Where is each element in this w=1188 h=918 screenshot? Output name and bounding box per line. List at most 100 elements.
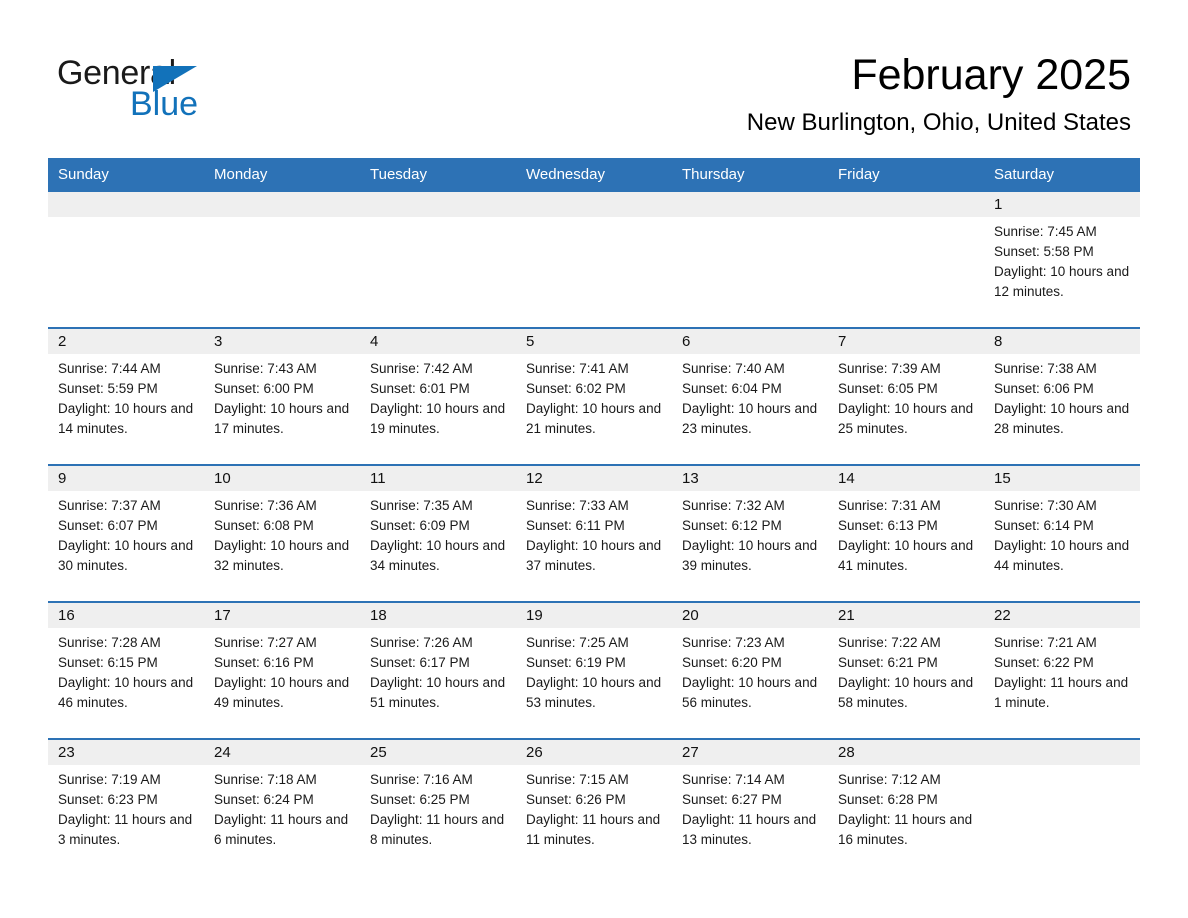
- sunset-text: Sunset: 6:06 PM: [994, 381, 1094, 396]
- calendar-day-cell[interactable]: [204, 192, 360, 328]
- day-cell-inner: 2 Sunrise: 7:44 AM Sunset: 5:59 PM Daylight…: [48, 329, 204, 464]
- day-number: [48, 192, 204, 217]
- day-details: Sunrise: 7:39 AM Sunset: 6:05 PM Daylight:…: [828, 354, 984, 439]
- day-details: Sunrise: 7:38 AM Sunset: 6:06 PM Daylight:…: [984, 354, 1140, 439]
- sunset-text: Sunset: 6:15 PM: [58, 655, 158, 670]
- daylight-text: Daylight: 11 hours and 8 minutes.: [370, 812, 505, 847]
- sunrise-text: Sunrise: 7:23 AM: [682, 635, 785, 650]
- day-number: 3: [204, 329, 360, 354]
- day-number: 22: [984, 603, 1140, 628]
- calendar-day-cell[interactable]: [48, 192, 204, 328]
- day-cell-inner: 22 Sunrise: 7:21 AM Sunset: 6:22 PM Dayligh…: [984, 603, 1140, 738]
- sunset-text: Sunset: 6:28 PM: [838, 792, 938, 807]
- sunset-text: Sunset: 6:12 PM: [682, 518, 782, 533]
- sunset-text: Sunset: 6:11 PM: [526, 518, 625, 533]
- sunrise-text: Sunrise: 7:19 AM: [58, 772, 161, 787]
- calendar-day-cell[interactable]: 7 Sunrise: 7:39 AM Sunset: 6:05 PM Daylight…: [828, 327, 984, 465]
- calendar-day-cell[interactable]: 8 Sunrise: 7:38 AM Sunset: 6:06 PM Daylight…: [984, 327, 1140, 465]
- day-number: 11: [360, 466, 516, 491]
- day-details: Sunrise: 7:35 AM Sunset: 6:09 PM Daylight:…: [360, 491, 516, 576]
- daylight-text: Daylight: 10 hours and 58 minutes.: [838, 675, 974, 710]
- day-cell-inner: 4 Sunrise: 7:42 AM Sunset: 6:01 PM Daylight…: [360, 329, 516, 464]
- calendar-day-cell[interactable]: 9 Sunrise: 7:37 AM Sunset: 6:07 PM Daylight…: [48, 464, 204, 602]
- calendar-day-cell[interactable]: 19 Sunrise: 7:25 AM Sunset: 6:19 PM Dayligh…: [516, 601, 672, 739]
- calendar-table: Sunday Monday Tuesday Wednesday Thursday…: [48, 158, 1140, 875]
- sunset-text: Sunset: 6:20 PM: [682, 655, 782, 670]
- daylight-text: Daylight: 11 hours and 3 minutes.: [58, 812, 193, 847]
- day-details: Sunrise: 7:16 AM Sunset: 6:25 PM Daylight:…: [360, 765, 516, 850]
- sunset-text: Sunset: 6:08 PM: [214, 518, 314, 533]
- weekday-header-saturday: Saturday: [984, 158, 1140, 192]
- day-details: Sunrise: 7:28 AM Sunset: 6:15 PM Daylight:…: [48, 628, 204, 713]
- calendar-day-cell[interactable]: 26 Sunrise: 7:15 AM Sunset: 6:26 PM Dayligh…: [516, 738, 672, 875]
- calendar-day-cell[interactable]: 3 Sunrise: 7:43 AM Sunset: 6:00 PM Daylight…: [204, 327, 360, 465]
- sunrise-text: Sunrise: 7:32 AM: [682, 498, 785, 513]
- day-details: Sunrise: 7:19 AM Sunset: 6:23 PM Daylight:…: [48, 765, 204, 850]
- day-number: 26: [516, 740, 672, 765]
- calendar-day-cell[interactable]: 28 Sunrise: 7:12 AM Sunset: 6:28 PM Dayligh…: [828, 738, 984, 875]
- daylight-text: Daylight: 10 hours and 46 minutes.: [58, 675, 194, 710]
- sunrise-text: Sunrise: 7:27 AM: [214, 635, 317, 650]
- day-number: 8: [984, 329, 1140, 354]
- day-number: 15: [984, 466, 1140, 491]
- daylight-text: Daylight: 10 hours and 17 minutes.: [214, 401, 350, 436]
- calendar-day-cell[interactable]: 14 Sunrise: 7:31 AM Sunset: 6:13 PM Dayligh…: [828, 464, 984, 602]
- day-cell-inner: 27 Sunrise: 7:14 AM Sunset: 6:27 PM Dayligh…: [672, 740, 828, 875]
- page-header: General Blue February 2025 New Burlingto…: [0, 0, 1188, 158]
- weekday-header-monday: Monday: [204, 158, 360, 192]
- daylight-text: Daylight: 10 hours and 25 minutes.: [838, 401, 974, 436]
- calendar-day-cell[interactable]: 11 Sunrise: 7:35 AM Sunset: 6:09 PM Dayligh…: [360, 464, 516, 602]
- calendar-day-cell[interactable]: 21 Sunrise: 7:22 AM Sunset: 6:21 PM Dayligh…: [828, 601, 984, 739]
- day-cell-inner: 17 Sunrise: 7:27 AM Sunset: 6:16 PM Dayligh…: [204, 603, 360, 738]
- day-cell-inner: 9 Sunrise: 7:37 AM Sunset: 6:07 PM Daylight…: [48, 466, 204, 601]
- day-cell-inner: [828, 192, 984, 327]
- weekday-header-sunday: Sunday: [48, 158, 204, 192]
- calendar-day-cell[interactable]: [516, 192, 672, 328]
- calendar-day-cell[interactable]: 10 Sunrise: 7:36 AM Sunset: 6:08 PM Dayligh…: [204, 464, 360, 602]
- day-details: Sunrise: 7:41 AM Sunset: 6:02 PM Daylight:…: [516, 354, 672, 439]
- day-details: Sunrise: 7:25 AM Sunset: 6:19 PM Daylight:…: [516, 628, 672, 713]
- daylight-text: Daylight: 11 hours and 1 minute.: [994, 675, 1129, 710]
- sunrise-text: Sunrise: 7:12 AM: [838, 772, 941, 787]
- day-cell-inner: 24 Sunrise: 7:18 AM Sunset: 6:24 PM Dayligh…: [204, 740, 360, 875]
- daylight-text: Daylight: 11 hours and 6 minutes.: [214, 812, 349, 847]
- calendar-day-cell[interactable]: 17 Sunrise: 7:27 AM Sunset: 6:16 PM Dayligh…: [204, 601, 360, 739]
- daylight-text: Daylight: 10 hours and 44 minutes.: [994, 538, 1130, 573]
- calendar-day-cell[interactable]: 15 Sunrise: 7:30 AM Sunset: 6:14 PM Dayligh…: [984, 464, 1140, 602]
- calendar-day-cell[interactable]: [360, 192, 516, 328]
- calendar-day-cell[interactable]: 6 Sunrise: 7:40 AM Sunset: 6:04 PM Daylight…: [672, 327, 828, 465]
- calendar-day-cell[interactable]: [828, 192, 984, 328]
- calendar-day-cell[interactable]: [672, 192, 828, 328]
- day-details: Sunrise: 7:31 AM Sunset: 6:13 PM Daylight:…: [828, 491, 984, 576]
- day-number: [516, 192, 672, 217]
- calendar-day-cell[interactable]: 23 Sunrise: 7:19 AM Sunset: 6:23 PM Dayligh…: [48, 738, 204, 875]
- sunset-text: Sunset: 6:19 PM: [526, 655, 626, 670]
- calendar-day-cell[interactable]: 18 Sunrise: 7:26 AM Sunset: 6:17 PM Dayligh…: [360, 601, 516, 739]
- calendar-day-cell[interactable]: [984, 738, 1140, 875]
- weekday-header-friday: Friday: [828, 158, 984, 192]
- calendar-day-cell[interactable]: 12 Sunrise: 7:33 AM Sunset: 6:11 PM Dayligh…: [516, 464, 672, 602]
- calendar-day-cell[interactable]: 20 Sunrise: 7:23 AM Sunset: 6:20 PM Dayligh…: [672, 601, 828, 739]
- daylight-text: Daylight: 10 hours and 51 minutes.: [370, 675, 506, 710]
- calendar-day-cell[interactable]: 16 Sunrise: 7:28 AM Sunset: 6:15 PM Dayligh…: [48, 601, 204, 739]
- daylight-text: Daylight: 10 hours and 34 minutes.: [370, 538, 506, 573]
- day-number: 13: [672, 466, 828, 491]
- calendar-day-cell[interactable]: 24 Sunrise: 7:18 AM Sunset: 6:24 PM Dayligh…: [204, 738, 360, 875]
- calendar-day-cell[interactable]: 13 Sunrise: 7:32 AM Sunset: 6:12 PM Dayligh…: [672, 464, 828, 602]
- sunrise-text: Sunrise: 7:21 AM: [994, 635, 1097, 650]
- calendar-day-cell[interactable]: 25 Sunrise: 7:16 AM Sunset: 6:25 PM Dayligh…: [360, 738, 516, 875]
- calendar-day-cell[interactable]: 2 Sunrise: 7:44 AM Sunset: 5:59 PM Daylight…: [48, 327, 204, 465]
- daylight-text: Daylight: 10 hours and 41 minutes.: [838, 538, 974, 573]
- calendar-day-cell[interactable]: 1 Sunrise: 7:45 AM Sunset: 5:58 PM Daylight…: [984, 192, 1140, 328]
- day-details: Sunrise: 7:43 AM Sunset: 6:00 PM Daylight:…: [204, 354, 360, 439]
- calendar-day-cell[interactable]: 5 Sunrise: 7:41 AM Sunset: 6:02 PM Daylight…: [516, 327, 672, 465]
- sunset-text: Sunset: 6:26 PM: [526, 792, 626, 807]
- day-number: 6: [672, 329, 828, 354]
- calendar-day-cell[interactable]: 27 Sunrise: 7:14 AM Sunset: 6:27 PM Dayligh…: [672, 738, 828, 875]
- calendar-day-cell[interactable]: 22 Sunrise: 7:21 AM Sunset: 6:22 PM Dayligh…: [984, 601, 1140, 739]
- sunrise-text: Sunrise: 7:37 AM: [58, 498, 161, 513]
- calendar-day-cell[interactable]: 4 Sunrise: 7:42 AM Sunset: 6:01 PM Daylight…: [360, 327, 516, 465]
- day-number: [204, 192, 360, 217]
- day-cell-inner: 25 Sunrise: 7:16 AM Sunset: 6:25 PM Dayligh…: [360, 740, 516, 875]
- day-cell-inner: [204, 192, 360, 327]
